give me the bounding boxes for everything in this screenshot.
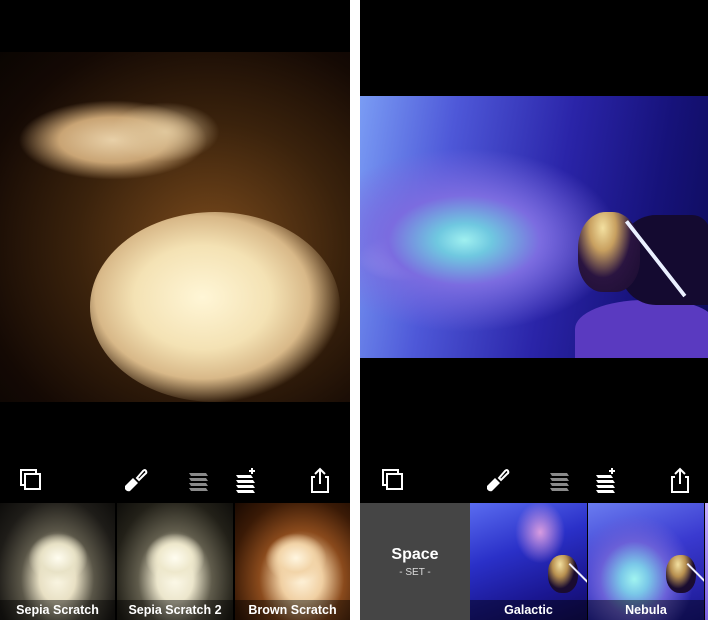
filter-label: Sepia Scratch (0, 600, 115, 620)
flower-shape (110, 102, 220, 162)
share-icon[interactable] (667, 466, 693, 494)
paintbrush-icon[interactable] (122, 466, 148, 494)
left-screen: Sepia Scratch Sepia Scratch 2 Brown Scra… (0, 0, 350, 620)
set-title: Space (391, 546, 439, 563)
stack-layers-icon[interactable] (547, 466, 573, 494)
flower-shape (145, 533, 205, 583)
duplicate-squares-icon[interactable] (18, 466, 44, 494)
paintbrush-icon[interactable] (484, 466, 510, 494)
edited-photo[interactable] (0, 52, 350, 402)
stack-plus-icon[interactable] (233, 466, 259, 494)
filter-thumbnail[interactable]: Sepia Scratch (0, 503, 115, 620)
share-icon[interactable] (307, 466, 333, 494)
person-shape (666, 555, 696, 593)
flower-shape (28, 533, 88, 583)
toolbar (0, 462, 350, 498)
toolbar (360, 462, 708, 498)
filter-thumbnail[interactable]: Nebula (588, 503, 704, 620)
filter-set-tile[interactable]: Space - SET - (360, 503, 470, 620)
filter-thumbnail[interactable]: Sepia Scratch 2 (117, 503, 233, 620)
stack-plus-icon[interactable] (593, 466, 619, 494)
filter-label: Galactic (470, 600, 587, 620)
filter-thumbnail[interactable]: Brown Scratch (235, 503, 350, 620)
filter-thumbnail[interactable]: Galactic (470, 503, 587, 620)
filter-strip[interactable]: Space - SET - Galactic Nebula (360, 503, 708, 620)
person-shape (548, 555, 578, 593)
filter-label: Sepia Scratch 2 (117, 600, 233, 620)
stack-layers-icon[interactable] (186, 466, 212, 494)
set-subtitle: - SET - (399, 567, 431, 578)
filter-label: Nebula (588, 600, 704, 620)
flower-shape (265, 533, 327, 583)
filter-strip[interactable]: Sepia Scratch Sepia Scratch 2 Brown Scra… (0, 503, 350, 620)
duplicate-squares-icon[interactable] (380, 466, 406, 494)
filter-label: Brown Scratch (235, 600, 350, 620)
person-shape (575, 300, 708, 358)
flower-shape (90, 212, 340, 402)
